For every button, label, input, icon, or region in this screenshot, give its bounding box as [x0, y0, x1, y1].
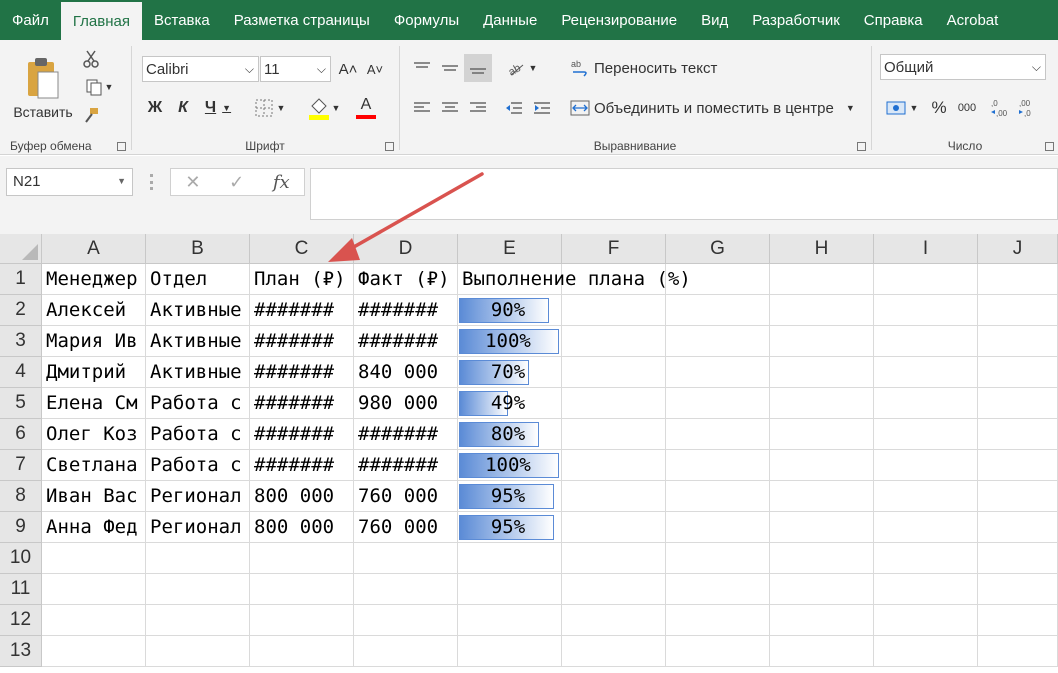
cell[interactable]: План (₽): [250, 264, 354, 295]
cell[interactable]: Выполнение плана (%): [458, 264, 691, 295]
cell[interactable]: Отдел: [146, 264, 250, 295]
cell[interactable]: Менеджер: [42, 264, 146, 295]
excel-window: Файл Главная Вставка Разметка страницы Форму…: [0, 0, 1058, 673]
cell[interactable]: Факт (₽): [354, 264, 458, 295]
annotation-arrow-line: [343, 172, 484, 254]
annotation-arrow: [328, 172, 484, 262]
annotation-arrow-head: [328, 238, 360, 262]
